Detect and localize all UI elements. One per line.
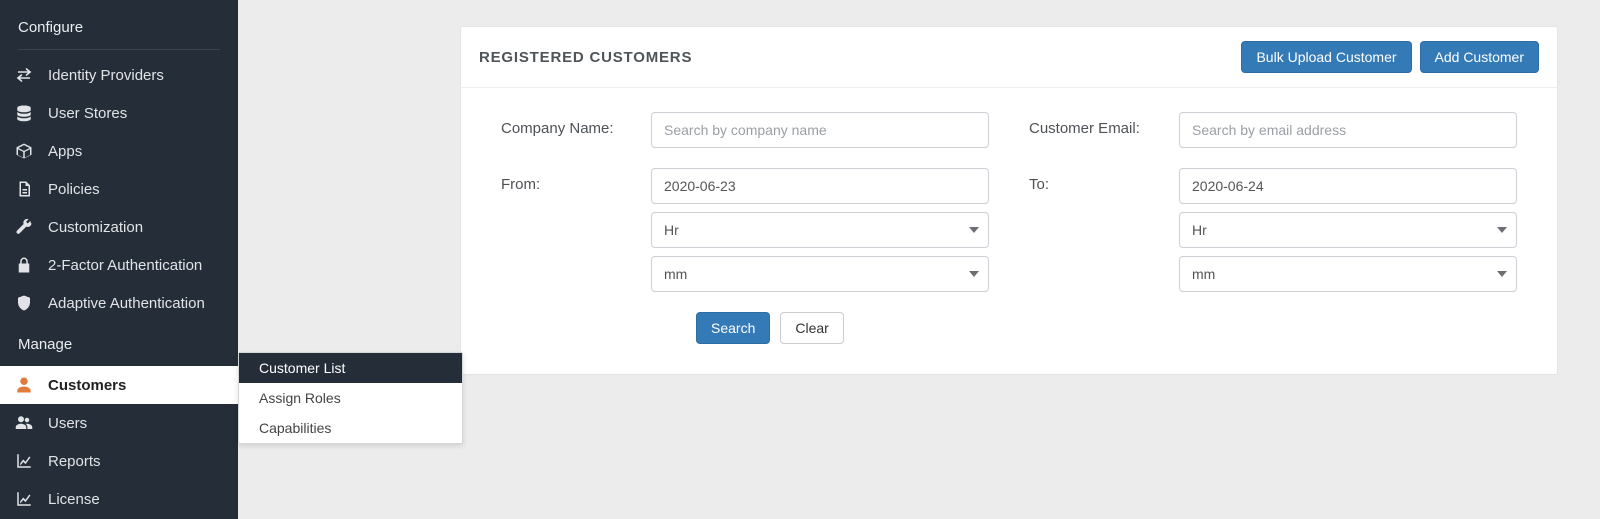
to-hour-select[interactable]: Hr [1179,212,1517,248]
submenu-item-capabilities[interactable]: Capabilities [239,413,462,443]
sidebar: Configure Identity Providers User Stores… [0,0,238,519]
panel-title: REGISTERED CUSTOMERS [479,49,692,66]
search-button[interactable]: Search [696,312,770,344]
panel-body: Company Name: Customer Email: From: [461,88,1557,374]
submenu-item-assign-roles[interactable]: Assign Roles [239,383,462,413]
from-label: From: [501,168,621,193]
wrench-icon [14,217,34,237]
sidebar-item-label: Customization [48,219,143,236]
sidebar-item-adaptive-auth[interactable]: Adaptive Authentication [0,284,238,322]
sidebar-item-user-stores[interactable]: User Stores [0,94,238,132]
sidebar-divider [18,49,220,50]
to-label: To: [1029,168,1149,193]
sidebar-item-label: Apps [48,143,82,160]
company-name-label: Company Name: [501,112,621,137]
sidebar-item-label: Customers [48,377,126,394]
sidebar-item-policies[interactable]: Policies [0,170,238,208]
sidebar-item-label: License [48,491,100,508]
document-icon [14,179,34,199]
chart-icon [14,489,34,509]
customer-email-label: Customer Email: [1029,112,1149,137]
sidebar-item-reports[interactable]: Reports [0,442,238,480]
user-icon [14,375,34,395]
sidebar-section-configure: Configure [0,14,238,49]
sidebar-item-2fa[interactable]: 2-Factor Authentication [0,246,238,284]
sidebar-item-label: Reports [48,453,101,470]
sidebar-section-manage: Manage [0,322,238,366]
from-hour-select[interactable]: Hr [651,212,989,248]
sidebar-item-label: 2-Factor Authentication [48,257,202,274]
company-name-input[interactable] [651,112,989,148]
sidebar-item-license[interactable]: License [0,480,238,518]
sidebar-item-label: User Stores [48,105,127,122]
registered-customers-panel: REGISTERED CUSTOMERS Bulk Upload Custome… [460,26,1558,375]
from-date-input[interactable] [651,168,989,204]
sidebar-item-label: Policies [48,181,100,198]
panel-header: REGISTERED CUSTOMERS Bulk Upload Custome… [461,27,1557,88]
sidebar-item-users[interactable]: Users [0,404,238,442]
sidebar-item-customers[interactable]: Customers [0,366,238,404]
customers-submenu: Customer List Assign Roles Capabilities [238,352,463,444]
add-customer-button[interactable]: Add Customer [1420,41,1539,73]
database-icon [14,103,34,123]
to-date-input[interactable] [1179,168,1517,204]
sidebar-item-customization[interactable]: Customization [0,208,238,246]
lock-icon [14,255,34,275]
customer-email-input[interactable] [1179,112,1517,148]
from-minute-select[interactable]: mm [651,256,989,292]
sidebar-item-apps[interactable]: Apps [0,132,238,170]
sidebar-item-label: Identity Providers [48,67,164,84]
to-minute-select[interactable]: mm [1179,256,1517,292]
shield-icon [14,293,34,313]
users-icon [14,413,34,433]
bulk-upload-customer-button[interactable]: Bulk Upload Customer [1241,41,1411,73]
chart-icon [14,451,34,471]
submenu-item-customer-list[interactable]: Customer List [239,353,462,383]
clear-button[interactable]: Clear [780,312,843,344]
header-buttons: Bulk Upload Customer Add Customer [1241,41,1539,73]
sidebar-item-label: Adaptive Authentication [48,295,205,312]
exchange-icon [14,65,34,85]
sidebar-item-identity-providers[interactable]: Identity Providers [0,56,238,94]
sidebar-item-label: Users [48,415,87,432]
box-icon [14,141,34,161]
